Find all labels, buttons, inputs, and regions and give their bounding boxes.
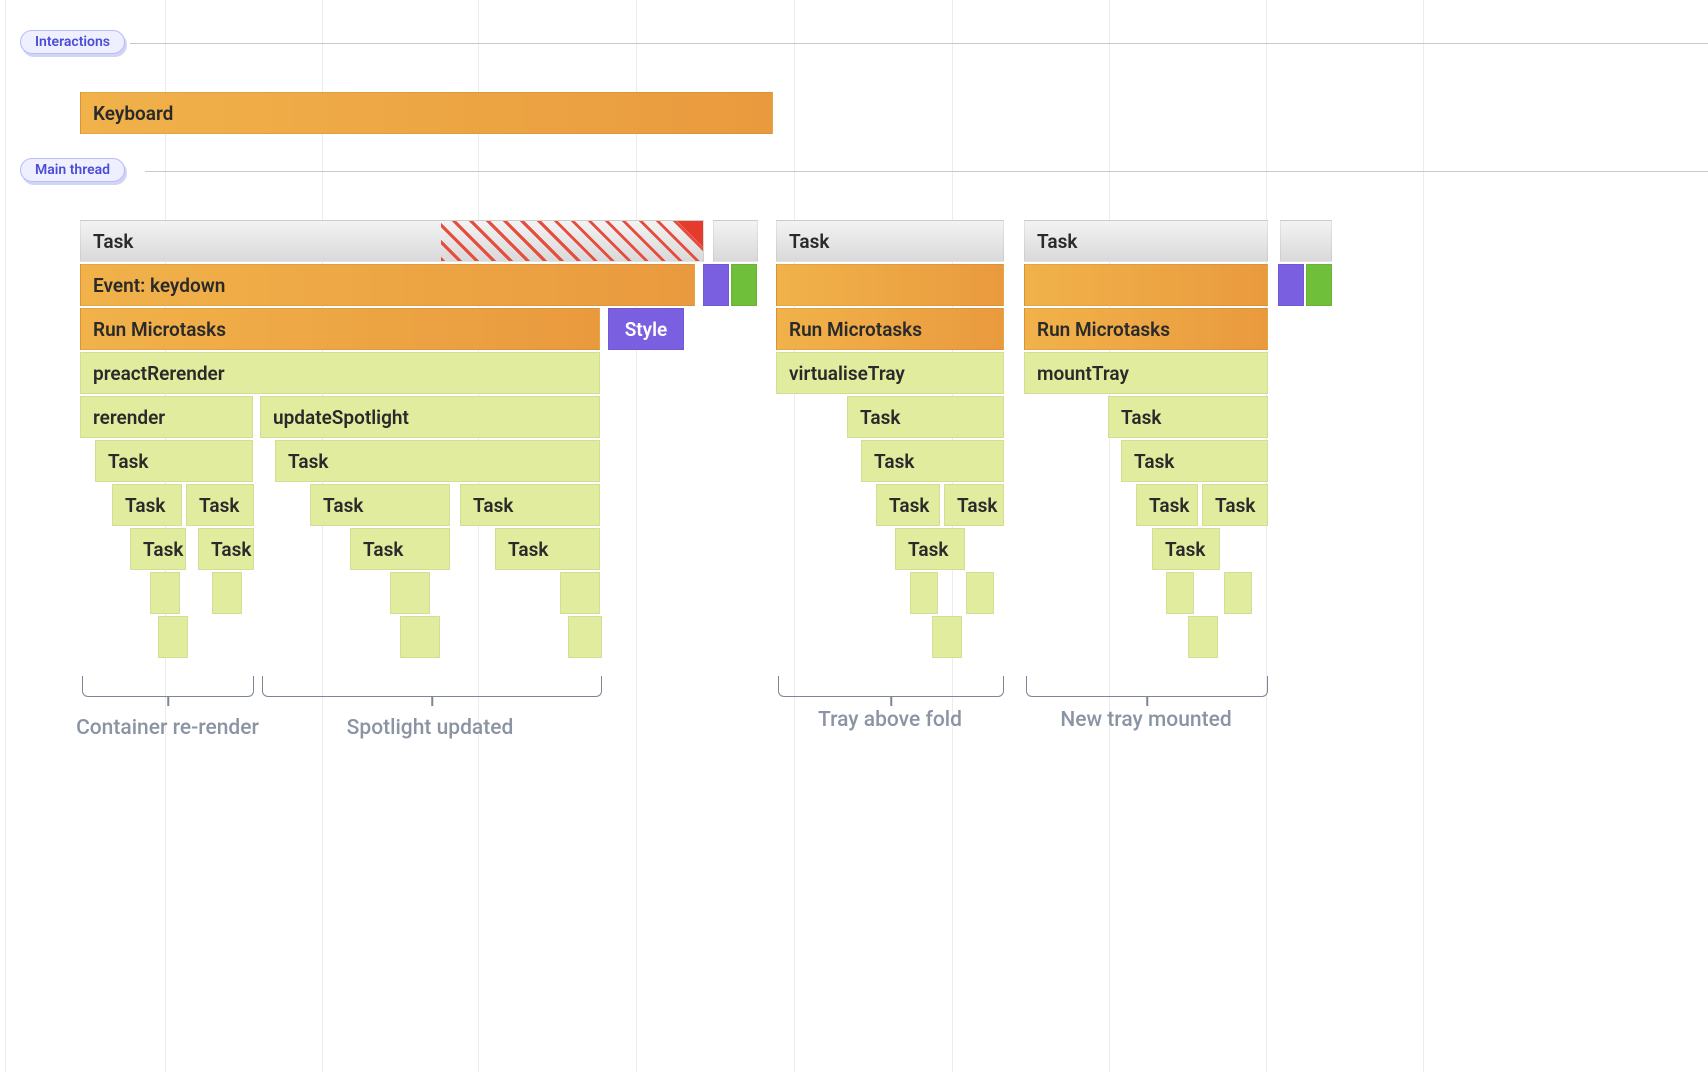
long-task-triangle-icon [677, 221, 703, 247]
bar-task-g1a-r7b[interactable]: Task [198, 528, 254, 570]
bar-mount-tray[interactable]: mountTray [1024, 352, 1268, 394]
bar-task-g1b-r6b[interactable]: Task [460, 484, 600, 526]
long-task-hatch [441, 221, 703, 261]
bar-run-microtasks-3[interactable]: Run Microtasks [1024, 308, 1268, 350]
bar-green-sliver-3[interactable] [1306, 264, 1332, 306]
bar-task-g2-r6b[interactable]: Task [944, 484, 1004, 526]
bar-stub-g3-r8b[interactable] [1224, 572, 1252, 614]
gridline [5, 0, 6, 1072]
bar-stub-g2-r8b[interactable] [966, 572, 994, 614]
bracket-container-rerender [82, 676, 254, 697]
bar-event-keydown[interactable]: Event: keydown [80, 264, 695, 306]
bar-virtualise-tray[interactable]: virtualiseTray [776, 352, 1004, 394]
bar-style[interactable]: Style [608, 308, 684, 350]
bar-task-g1a-r6a[interactable]: Task [112, 484, 182, 526]
bar-stub-g1a-r8b[interactable] [212, 572, 242, 614]
gridline [322, 0, 323, 1072]
bar-task-g2-r4[interactable]: Task [847, 396, 1004, 438]
bar-task-long-label: Task [93, 230, 133, 253]
gridline [1109, 0, 1110, 1072]
bar-task-g1b-r7a[interactable]: Task [350, 528, 450, 570]
bar-stub-g3-r8a[interactable] [1166, 572, 1194, 614]
bar-rerender[interactable]: rerender [80, 396, 253, 438]
bar-update-spotlight[interactable]: updateSpotlight [260, 396, 600, 438]
gridline [1423, 0, 1424, 1072]
bar-stub-g1b-r9b[interactable] [568, 616, 602, 658]
bar-stub-g1b-r8a[interactable] [390, 572, 430, 614]
bar-purple-sliver-3[interactable] [1278, 264, 1304, 306]
bar-stub-g1a-r9[interactable] [158, 616, 188, 658]
bar-run-microtasks-2[interactable]: Run Microtasks [776, 308, 1004, 350]
bar-task-3[interactable]: Task [1024, 220, 1268, 262]
bar-task-g1a-r7a[interactable]: Task [130, 528, 186, 570]
bar-task-g2-r6a[interactable]: Task [876, 484, 940, 526]
bar-run-microtasks-1[interactable]: Run Microtasks [80, 308, 600, 350]
bar-task-sliver-1[interactable] [713, 220, 758, 262]
bar-stub-g1b-r9a[interactable] [400, 616, 440, 658]
bar-task-g3-r4[interactable]: Task [1108, 396, 1268, 438]
bar-task-g1b-r5[interactable]: Task [275, 440, 600, 482]
bar-task-g1a-r6b[interactable]: Task [186, 484, 254, 526]
bar-green-sliver-1[interactable] [731, 264, 757, 306]
bar-stub-g1b-r8b[interactable] [560, 572, 600, 614]
gridline [1266, 0, 1267, 1072]
bar-stub-g1a-r8a[interactable] [150, 572, 180, 614]
annotation-new-tray-mounted: New tray mounted [1036, 708, 1256, 732]
annotation-spotlight-updated: Spotlight updated [300, 716, 560, 740]
track-label-main-thread[interactable]: Main thread [20, 158, 125, 182]
annotation-container-rerender: Container re-render [60, 716, 275, 740]
gridline [794, 0, 795, 1072]
bar-task-g3-r5[interactable]: Task [1121, 440, 1268, 482]
bar-orange-2-r1[interactable] [776, 264, 1004, 306]
bar-stub-g2-r8a[interactable] [910, 572, 938, 614]
track-divider-main-thread [145, 171, 1708, 172]
bracket-new-tray-mounted [1026, 676, 1268, 697]
bar-stub-g3-r9[interactable] [1188, 616, 1218, 658]
bar-task-g2-r7[interactable]: Task [895, 528, 965, 570]
bar-task-g1a-r5[interactable]: Task [95, 440, 253, 482]
bar-orange-3-r1[interactable] [1024, 264, 1268, 306]
bracket-spotlight-updated [262, 676, 602, 697]
gridline [636, 0, 637, 1072]
bracket-tray-above-fold [778, 676, 1004, 697]
bar-task-g2-r5[interactable]: Task [861, 440, 1004, 482]
bar-preact-rerender[interactable]: preactRerender [80, 352, 600, 394]
track-label-interactions[interactable]: Interactions [20, 30, 125, 54]
bar-task-g1b-r7b[interactable]: Task [495, 528, 600, 570]
bar-task-2[interactable]: Task [776, 220, 1004, 262]
flame-chart-canvas: Interactions Keyboard Main thread Task E… [0, 0, 1708, 1072]
bar-task-g3-r7[interactable]: Task [1152, 528, 1220, 570]
bar-keyboard-interaction[interactable]: Keyboard [80, 92, 773, 134]
track-divider-interactions [130, 43, 1708, 44]
bar-purple-sliver-1[interactable] [703, 264, 729, 306]
bar-task-g1b-r6a[interactable]: Task [310, 484, 450, 526]
annotation-tray-above-fold: Tray above fold [790, 708, 990, 732]
bar-task-long[interactable]: Task [80, 220, 704, 262]
bar-task-sliver-3[interactable] [1280, 220, 1332, 262]
bar-stub-g2-r9[interactable] [932, 616, 962, 658]
bar-task-g3-r6a[interactable]: Task [1136, 484, 1198, 526]
bar-task-g3-r6b[interactable]: Task [1202, 484, 1268, 526]
gridline [478, 0, 479, 1072]
